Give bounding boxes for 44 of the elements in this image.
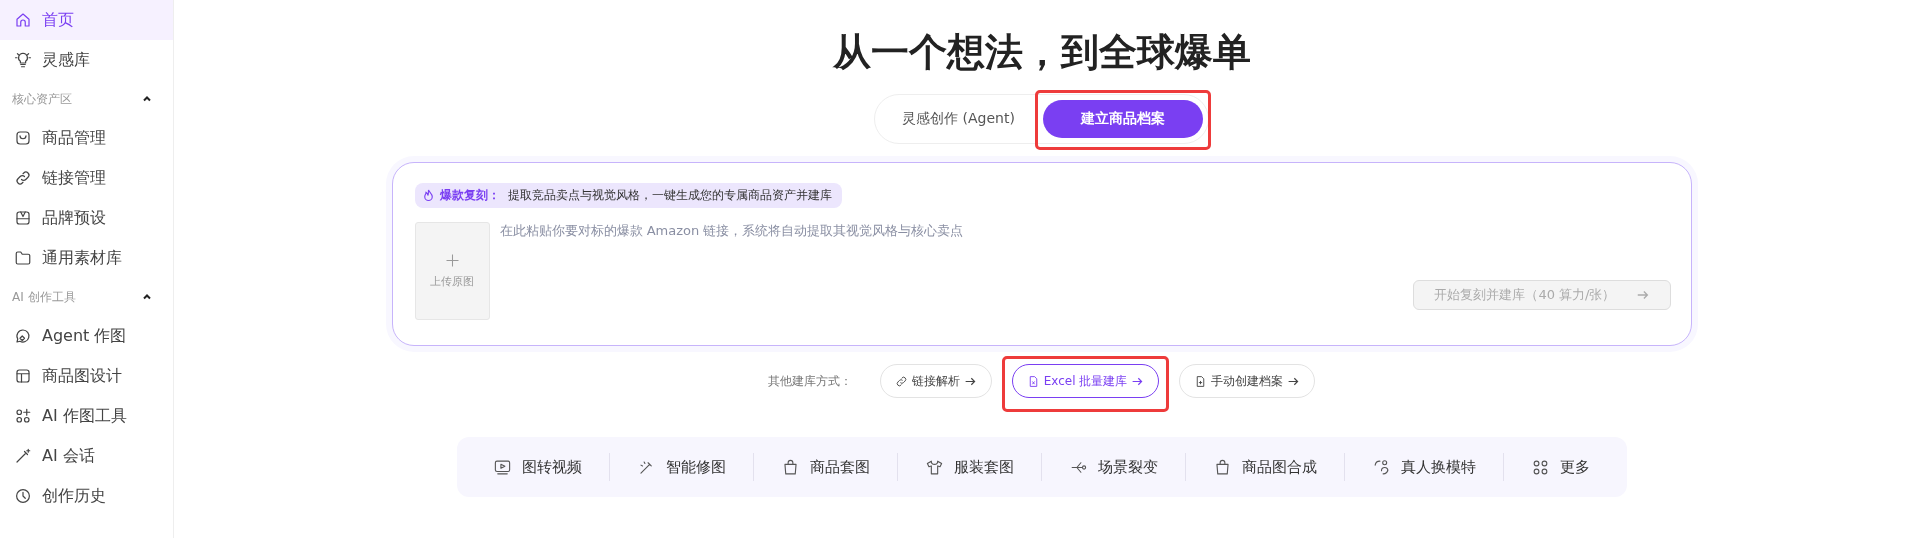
tag-text: 提取竞品卖点与视觉风格，一键生成您的专属商品资产并建库 [507, 187, 832, 204]
box-icon [14, 129, 32, 147]
sidebar-item[interactable]: 灵感库 [0, 40, 173, 80]
sidebar-item[interactable]: 品牌预设 [0, 198, 173, 238]
link-icon [894, 374, 908, 388]
tool-button[interactable]: 更多 [1531, 457, 1590, 477]
chat-bubble-icon [14, 327, 32, 345]
tab[interactable]: 灵感创作 (Agent) [880, 100, 1037, 138]
tool-button[interactable]: 真人换模特 [1372, 457, 1476, 477]
home-icon [14, 11, 32, 29]
folder-icon [14, 249, 32, 267]
layout-icon [14, 367, 32, 385]
sidebar-item[interactable]: 商品图设计 [0, 356, 173, 396]
sidebar-item[interactable]: 通用素材库 [0, 238, 173, 278]
method-button[interactable]: 链接解析 [879, 364, 992, 398]
sidebar-item[interactable]: 创作历史 [0, 476, 173, 516]
tag-label: 爆款复刻： [439, 187, 500, 204]
link-icon [14, 169, 32, 187]
shirt-icon [925, 457, 944, 477]
tool-button[interactable]: 智能修图 [637, 457, 726, 477]
sidebar-item[interactable]: 链接管理 [0, 158, 173, 198]
method-button[interactable]: Excel 批量建库 [1011, 364, 1160, 398]
tool-button[interactable]: 服装套图 [925, 457, 1014, 477]
sidebar-item[interactable]: 首页 [0, 0, 173, 40]
arrow-right-icon [1635, 288, 1650, 302]
tool-button[interactable]: 商品图合成 [1213, 457, 1317, 477]
tool-button[interactable]: 场景裂变 [1069, 457, 1158, 477]
tool-button[interactable]: 图转视频 [493, 457, 582, 477]
tool-button[interactable]: 商品套图 [781, 457, 870, 477]
magic-wand-icon [14, 447, 32, 465]
sidebar-item[interactable]: AI 作图工具 [0, 396, 173, 436]
clock-icon [14, 487, 32, 505]
shopping-bag-icon [781, 457, 800, 477]
method-button[interactable]: 手动创建档案 [1179, 364, 1316, 398]
shopping-bag-icon [1213, 457, 1232, 477]
methods-label: 其他建库方式： [767, 372, 852, 390]
plus-icon [444, 253, 460, 268]
sidebar-item[interactable]: 商品管理 [0, 118, 173, 158]
sidebar-item[interactable]: Agent 作图 [0, 316, 173, 356]
sidebar-item[interactable]: AI 会话 [0, 436, 173, 476]
bulb-icon [14, 51, 32, 69]
grid-icon [14, 407, 32, 425]
headline: 从一个想法，到全球爆单 [832, 29, 1251, 76]
tab[interactable]: 建立商品档案 [1042, 100, 1203, 138]
